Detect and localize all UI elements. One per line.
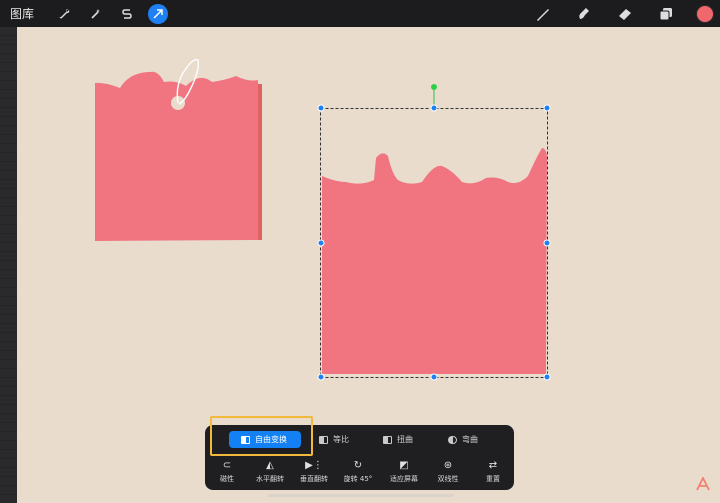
mode-uniform[interactable]: 等比	[319, 431, 379, 448]
flip-vertical-icon: ▶⋮	[305, 459, 323, 471]
mode-distort[interactable]: 扭曲	[383, 431, 443, 448]
action-label: 旋转 45°	[343, 475, 373, 483]
mode-warp[interactable]: 弯曲	[448, 431, 508, 448]
transform-handle[interactable]	[317, 239, 325, 247]
transform-handle[interactable]	[543, 373, 551, 381]
warp-icon	[448, 435, 457, 444]
reset-icon: ⇄	[488, 459, 498, 471]
left-paper-shape	[95, 59, 262, 241]
home-indicator[interactable]	[268, 494, 454, 497]
mode-label: 扭曲	[397, 435, 413, 444]
reset-button[interactable]: ⇄ 重置	[473, 458, 513, 484]
action-label: 垂直翻转	[300, 475, 328, 483]
action-label: 双线性	[437, 475, 459, 483]
mode-label: 等比	[333, 435, 349, 444]
flip-horizontal-button[interactable]: ◭ 水平翻转	[250, 458, 290, 484]
transform-handle[interactable]	[430, 373, 438, 381]
transform-handle[interactable]	[543, 239, 551, 247]
flip-horizontal-icon: ◭	[266, 459, 274, 471]
rotation-handle[interactable]	[431, 84, 437, 90]
uniform-icon	[319, 435, 328, 444]
distort-icon	[383, 435, 392, 444]
highlight-box	[210, 416, 313, 456]
rotate-45-button[interactable]: ↻ 旋转 45°	[338, 458, 378, 484]
bilinear-button[interactable]: ⊛ 双线性	[428, 458, 468, 484]
flip-vertical-button[interactable]: ▶⋮ 垂直翻转	[294, 458, 334, 484]
transform-handle[interactable]	[317, 104, 325, 112]
transform-handle[interactable]	[543, 104, 551, 112]
transform-action-row: ⊂ 磁性 ◭ 水平翻转 ▶⋮ 垂直翻转 ↻ 旋转 45° ◩ 适应屏幕 ⊛ 双线…	[205, 458, 514, 488]
transform-handle[interactable]	[317, 373, 325, 381]
action-label: 磁性	[220, 475, 234, 483]
magnet-icon: ⊂	[222, 459, 232, 471]
mode-label: 弯曲	[462, 435, 478, 444]
procreate-logo-icon	[696, 477, 710, 491]
action-label: 水平翻转	[256, 475, 284, 483]
rotate-icon: ↻	[353, 459, 363, 471]
transform-handle[interactable]	[430, 104, 438, 112]
fit-screen-icon: ◩	[399, 459, 409, 471]
magnetics-button[interactable]: ⊂ 磁性	[207, 458, 247, 484]
action-label: 适应屏幕	[390, 475, 418, 483]
fit-screen-button[interactable]: ◩ 适应屏幕	[384, 458, 424, 484]
action-label: 重置	[486, 475, 500, 483]
bilinear-icon: ⊛	[443, 459, 453, 471]
right-paper-shape	[322, 148, 547, 374]
